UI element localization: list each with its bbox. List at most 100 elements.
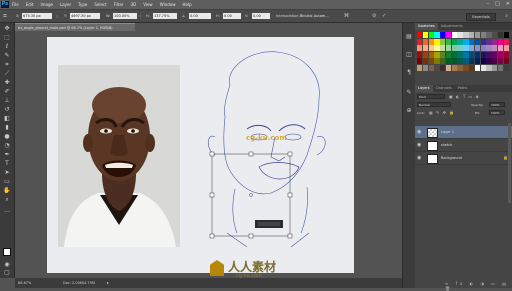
- visibility-eye-icon[interactable]: ◉: [417, 129, 423, 135]
- color-swatch[interactable]: [469, 38, 475, 45]
- color-swatch[interactable]: [503, 58, 509, 64]
- type-tool-icon[interactable]: T: [3, 160, 11, 167]
- color-swatch[interactable]: [445, 51, 452, 58]
- color-swatch[interactable]: [480, 38, 486, 45]
- color-swatch[interactable]: [469, 64, 475, 71]
- history-panel-icon[interactable]: ▤: [405, 33, 413, 40]
- color-swatch[interactable]: [492, 51, 498, 58]
- color-swatch[interactable]: [503, 64, 509, 71]
- transform-handle-top-left[interactable]: [209, 151, 215, 157]
- color-swatch[interactable]: [486, 58, 492, 64]
- color-swatch[interactable]: [503, 51, 509, 58]
- transform-handle-top[interactable]: [248, 151, 254, 157]
- color-swatch[interactable]: [492, 38, 498, 45]
- eyedropper-icon[interactable]: ⟋: [3, 70, 11, 77]
- color-swatch[interactable]: [451, 58, 457, 64]
- menu-filter[interactable]: Filter: [114, 2, 124, 7]
- color-swatch[interactable]: [457, 45, 463, 51]
- move-tool-icon[interactable]: ✥: [3, 25, 11, 32]
- color-swatch[interactable]: [422, 64, 429, 71]
- color-swatch[interactable]: [457, 32, 463, 38]
- crop-tool-icon[interactable]: ⌗: [3, 61, 11, 68]
- properties-panel-icon[interactable]: ◫: [405, 51, 413, 58]
- color-swatch[interactable]: [451, 45, 457, 51]
- tab-channels[interactable]: Channels: [433, 85, 455, 92]
- tab-layers[interactable]: Layers: [415, 85, 433, 92]
- color-swatch[interactable]: [474, 51, 481, 58]
- color-swatch[interactable]: [497, 38, 504, 45]
- color-swatch[interactable]: [469, 32, 475, 38]
- cancel-transform-icon[interactable]: ⊘: [372, 13, 376, 19]
- color-swatch[interactable]: [434, 64, 440, 71]
- layer-row-layer1[interactable]: ◉ Layer 1: [415, 126, 512, 139]
- color-swatch[interactable]: [422, 32, 429, 38]
- color-swatch[interactable]: [434, 58, 440, 64]
- menu-window[interactable]: Window: [160, 2, 176, 7]
- h-skew-field[interactable]: 0.00: [223, 13, 241, 19]
- workspace-select[interactable]: Essentials: [466, 13, 496, 21]
- menu-image[interactable]: Image: [40, 2, 53, 7]
- zoom-tool-icon[interactable]: ⌕: [3, 196, 11, 203]
- color-swatch[interactable]: [457, 38, 463, 45]
- color-swatch[interactable]: [503, 45, 509, 51]
- interpolation-select[interactable]: Bicubic Autom...: [300, 14, 329, 18]
- transform-handle-bottom-left[interactable]: [209, 233, 215, 239]
- menu-help[interactable]: Help: [182, 2, 191, 7]
- warp-icon[interactable]: ⌘: [344, 13, 349, 19]
- color-swatch[interactable]: [497, 64, 504, 71]
- color-swatch[interactable]: [480, 58, 486, 64]
- clone-stamp-icon[interactable]: ⊥: [3, 97, 11, 104]
- color-swatch[interactable]: [440, 32, 446, 38]
- foreground-color-swatch[interactable]: [3, 248, 11, 256]
- blend-mode-select[interactable]: Normal: [417, 102, 451, 107]
- tab-adjustments[interactable]: Adjustments: [438, 23, 466, 30]
- lock-icons[interactable]: ▦ ✎ ✥ 🔒: [429, 110, 455, 115]
- color-swatch[interactable]: [451, 32, 457, 38]
- fill-field[interactable]: 100%: [489, 110, 505, 115]
- quick-select-icon[interactable]: ✎: [3, 52, 11, 59]
- healing-brush-icon[interactable]: ✚: [3, 79, 11, 86]
- color-swatch[interactable]: [474, 45, 481, 51]
- color-swatch[interactable]: [428, 38, 434, 45]
- color-swatch[interactable]: [440, 58, 446, 64]
- path-select-icon[interactable]: ➤: [3, 169, 11, 176]
- color-swatch[interactable]: [497, 45, 504, 51]
- color-swatch[interactable]: [440, 38, 446, 45]
- color-swatch[interactable]: [417, 32, 423, 38]
- marquee-tool-icon[interactable]: ⬚: [3, 34, 11, 41]
- color-swatch[interactable]: [445, 38, 452, 45]
- commit-transform-icon[interactable]: ✓: [382, 13, 386, 19]
- color-swatch[interactable]: [463, 45, 469, 51]
- lasso-tool-icon[interactable]: ℓ: [3, 43, 11, 50]
- color-swatch[interactable]: [428, 58, 434, 64]
- color-swatch[interactable]: [497, 32, 504, 38]
- layer-filter-kind[interactable]: Kind: [417, 94, 445, 99]
- history-brush-icon[interactable]: ↺: [3, 106, 11, 113]
- color-swatch[interactable]: [417, 64, 423, 71]
- color-swatch[interactable]: [434, 45, 440, 51]
- transform-handle-right[interactable]: [287, 192, 293, 198]
- color-swatch[interactable]: [451, 64, 457, 71]
- color-swatch[interactable]: [469, 58, 475, 64]
- tab-swatches[interactable]: Swatches: [415, 23, 438, 30]
- color-swatch[interactable]: [463, 38, 469, 45]
- tab-paths[interactable]: Paths: [455, 85, 471, 92]
- menu-3d[interactable]: 3D: [131, 2, 137, 7]
- color-swatch[interactable]: [434, 32, 440, 38]
- width-field[interactable]: 100.00%: [113, 13, 137, 19]
- color-swatch[interactable]: [492, 58, 498, 64]
- color-swatch[interactable]: [480, 45, 486, 51]
- menu-file[interactable]: File: [12, 2, 19, 7]
- color-swatch[interactable]: [469, 45, 475, 51]
- transform-handle-top-right[interactable]: [287, 151, 293, 157]
- color-swatch[interactable]: [486, 38, 492, 45]
- menu-select[interactable]: Select: [94, 2, 106, 7]
- color-swatch[interactable]: [463, 32, 469, 38]
- color-swatch[interactable]: [457, 64, 463, 71]
- menu-view[interactable]: View: [143, 2, 153, 7]
- color-swatch[interactable]: [457, 51, 463, 58]
- y-field[interactable]: 4697.30 px: [70, 13, 100, 19]
- color-swatch[interactable]: [463, 58, 469, 64]
- color-swatch[interactable]: [469, 51, 475, 58]
- menu-layer[interactable]: Layer: [60, 2, 71, 7]
